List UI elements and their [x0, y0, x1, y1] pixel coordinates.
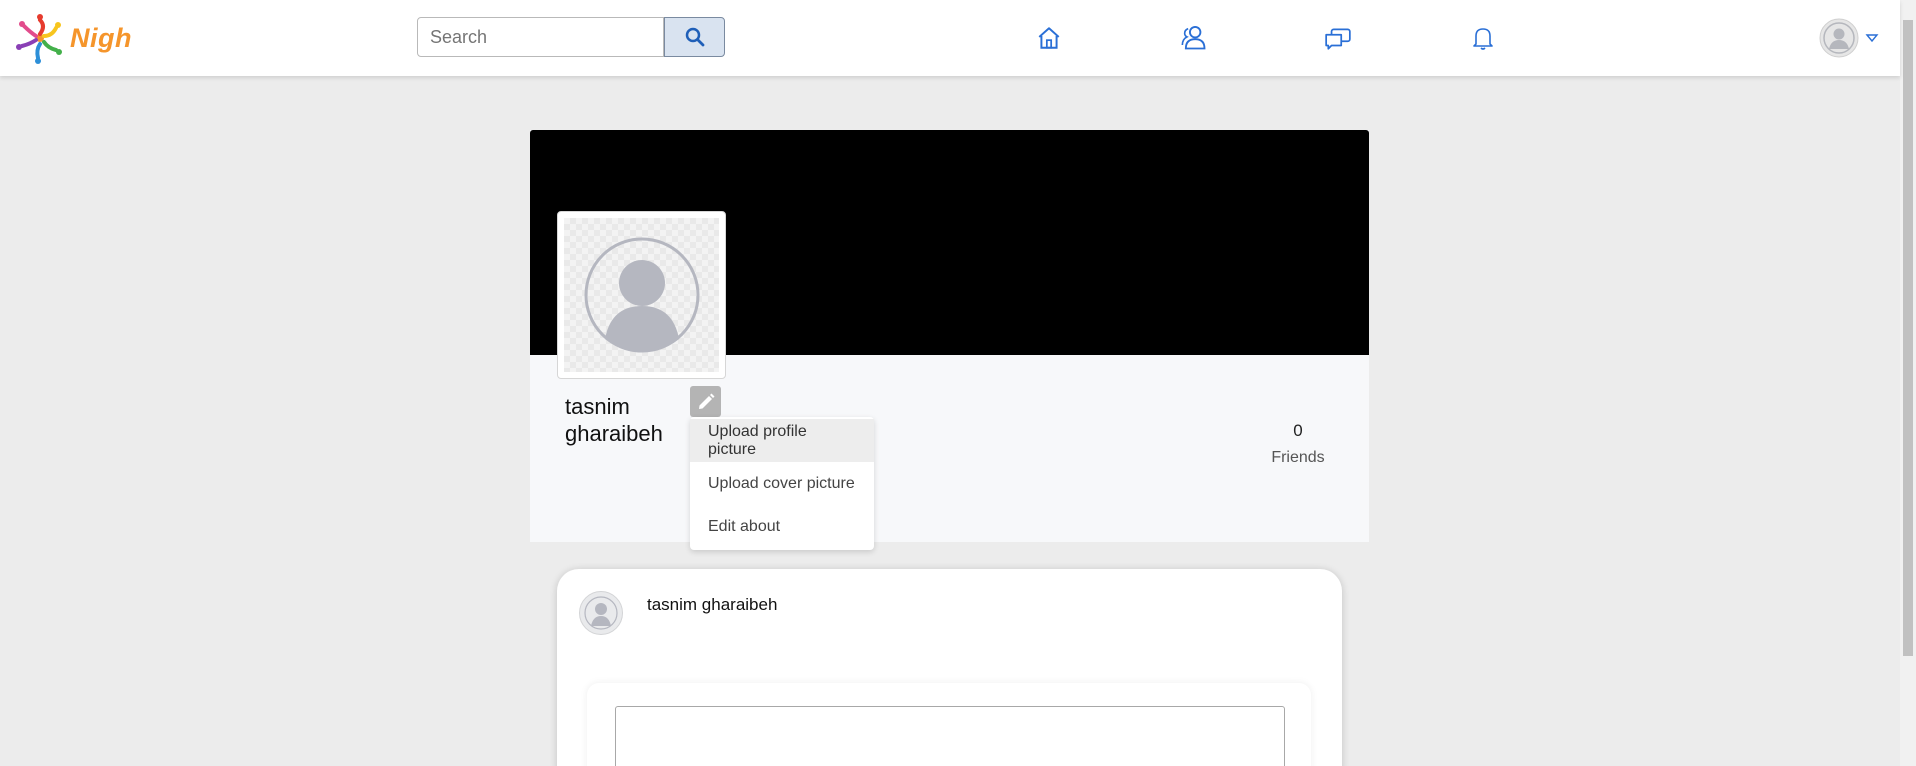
post-author-avatar	[579, 591, 623, 635]
profile-first-name: tasnim	[565, 394, 630, 419]
user-avatar-icon	[1819, 18, 1859, 58]
search-input[interactable]	[417, 17, 664, 57]
nav-notifications[interactable]	[1468, 23, 1498, 53]
post-input-container	[587, 683, 1311, 766]
profile-name: tasnim gharaibeh	[565, 393, 695, 447]
default-avatar-icon	[584, 237, 699, 353]
home-icon	[1038, 27, 1060, 49]
user-menu[interactable]	[1819, 18, 1879, 58]
profile-last-name: gharaibeh	[565, 421, 663, 446]
search-form	[417, 17, 725, 57]
logo-mark-icon	[16, 14, 62, 64]
profile-header: tasnim gharaibeh 0 Friends	[530, 130, 1369, 542]
menu-upload-cover-picture[interactable]: Upload cover picture	[690, 462, 874, 505]
pencil-icon	[698, 393, 714, 409]
nav-home[interactable]	[1034, 23, 1064, 53]
brand-logo[interactable]: Nigh	[14, 12, 132, 64]
friends-counter[interactable]: 0 Friends	[1250, 421, 1346, 467]
notifications-icon	[1473, 28, 1493, 50]
nav-messages[interactable]	[1323, 23, 1353, 53]
edit-profile-dropdown: Upload profile picture Upload cover pict…	[690, 417, 874, 550]
profile-picture-placeholder	[564, 218, 719, 372]
messages-icon	[1325, 28, 1351, 50]
friends-icon	[1181, 25, 1206, 50]
post-author-name: tasnim gharaibeh	[647, 595, 778, 614]
page-scrollbar[interactable]	[1900, 0, 1916, 766]
scrollbar-thumb[interactable]	[1903, 20, 1913, 656]
menu-upload-profile-picture[interactable]: Upload profile picture	[690, 419, 874, 462]
menu-edit-about[interactable]: Edit about	[690, 505, 874, 548]
search-button[interactable]	[664, 17, 725, 57]
nav-friends[interactable]	[1179, 23, 1209, 53]
post-textarea[interactable]	[615, 706, 1285, 766]
brand-name: Nigh	[70, 22, 132, 53]
friends-label: Friends	[1271, 449, 1325, 466]
chevron-down-icon	[1865, 34, 1879, 43]
post-composer: tasnim gharaibeh	[557, 569, 1342, 766]
default-avatar-icon	[584, 596, 618, 630]
search-icon	[685, 27, 704, 47]
profile-picture	[557, 211, 726, 379]
friends-count: 0	[1293, 421, 1303, 440]
top-navbar: Nigh	[0, 0, 1900, 76]
